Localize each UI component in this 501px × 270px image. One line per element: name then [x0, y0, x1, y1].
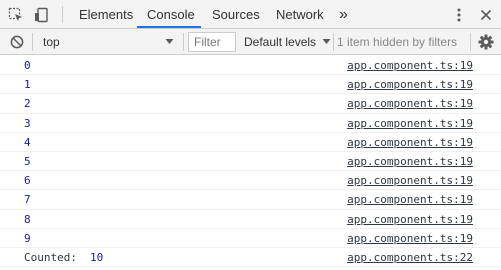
- inspect-element-icon[interactable]: [7, 6, 25, 24]
- clear-console-icon[interactable]: [9, 34, 25, 50]
- device-toolbar-icon[interactable]: [33, 6, 51, 24]
- source-link[interactable]: app.component.ts:19: [347, 136, 473, 149]
- toolbar-divider: [470, 33, 471, 51]
- chevron-down-icon: [165, 33, 174, 56]
- message-value: 8: [24, 212, 31, 226]
- tab-network[interactable]: Network: [276, 0, 324, 29]
- console-message: 9 app.component.ts:19: [0, 229, 501, 248]
- source-link[interactable]: app.component.ts:19: [347, 155, 473, 168]
- count-label: Counted:: [24, 250, 77, 264]
- tab-label: Elements: [79, 7, 134, 22]
- source-link[interactable]: app.component.ts:19: [347, 174, 473, 187]
- tab-label: Network: [276, 7, 324, 22]
- console-message: 8 app.component.ts:19: [0, 210, 501, 229]
- console-message: 4 app.component.ts:19: [0, 133, 501, 152]
- message-value: 3: [24, 116, 31, 130]
- source-link[interactable]: app.component.ts:19: [347, 213, 473, 226]
- source-link[interactable]: app.component.ts:19: [347, 232, 473, 245]
- filter-input[interactable]: Filter: [188, 32, 236, 52]
- source-link[interactable]: app.component.ts:19: [347, 193, 473, 206]
- source-link[interactable]: app.component.ts:19: [347, 117, 473, 130]
- console-message: 1 app.component.ts:19: [0, 75, 501, 95]
- message-value: 9: [24, 231, 31, 245]
- console-message: 0 app.component.ts:19: [0, 56, 501, 76]
- more-options-icon[interactable]: [452, 6, 466, 24]
- active-tab-indicator: [137, 26, 201, 28]
- console-message: 5 app.component.ts:19: [0, 152, 501, 172]
- hidden-items-note: 1 item hidden by filters: [337, 33, 457, 51]
- toolbar-divider: [32, 33, 33, 51]
- tab-label: Console: [147, 7, 195, 22]
- console-toolbar: top Filter Default levels 1 item hidden …: [0, 29, 501, 55]
- message-value: 0: [24, 59, 31, 72]
- more-tabs-icon: »: [339, 6, 348, 23]
- tab-label: Sources: [212, 7, 260, 22]
- tab-sources[interactable]: Sources: [212, 0, 260, 29]
- source-link[interactable]: app.component.ts:19: [347, 59, 473, 72]
- chevron-down-icon: [322, 33, 331, 56]
- console-count-message: Counted: 10 app.component.ts:22: [0, 248, 501, 268]
- message-value: 2: [24, 97, 31, 111]
- devtools-tab-bar: Elements Console Sources Network »: [0, 0, 501, 29]
- log-levels-dropdown[interactable]: Default levels: [244, 33, 331, 51]
- toolbar-divider: [183, 33, 184, 51]
- console-message: 3 app.component.ts:19: [0, 114, 501, 133]
- console-message: 6 app.component.ts:19: [0, 171, 501, 191]
- hidden-items-label: 1 item hidden by filters: [337, 35, 458, 49]
- message-value: 4: [24, 135, 31, 149]
- context-value: top: [43, 35, 60, 49]
- source-link[interactable]: app.component.ts:22: [347, 251, 473, 264]
- count-value: 10: [90, 250, 104, 264]
- tab-console[interactable]: Console: [147, 0, 195, 29]
- message-value: 7: [24, 193, 31, 207]
- console-messages: 0 app.component.ts:19 1 app.component.ts…: [0, 56, 501, 268]
- close-devtools-icon[interactable]: [478, 7, 494, 23]
- gear-icon[interactable]: [478, 34, 494, 50]
- message-value: 6: [24, 174, 31, 188]
- more-tabs-button[interactable]: »: [339, 0, 348, 29]
- tab-divider: [62, 6, 63, 23]
- message-value: 5: [24, 154, 31, 168]
- console-message: 2 app.component.ts:19: [0, 94, 501, 114]
- context-selector[interactable]: top: [38, 33, 180, 51]
- source-link[interactable]: app.component.ts:19: [347, 78, 473, 91]
- message-value: 1: [24, 78, 31, 92]
- tab-elements[interactable]: Elements: [79, 0, 133, 29]
- filter-placeholder: Filter: [194, 35, 221, 49]
- source-link[interactable]: app.component.ts:19: [347, 97, 473, 110]
- toolbar-divider: [333, 33, 334, 51]
- levels-label: Default levels: [244, 35, 317, 49]
- console-message: 7 app.component.ts:19: [0, 190, 501, 210]
